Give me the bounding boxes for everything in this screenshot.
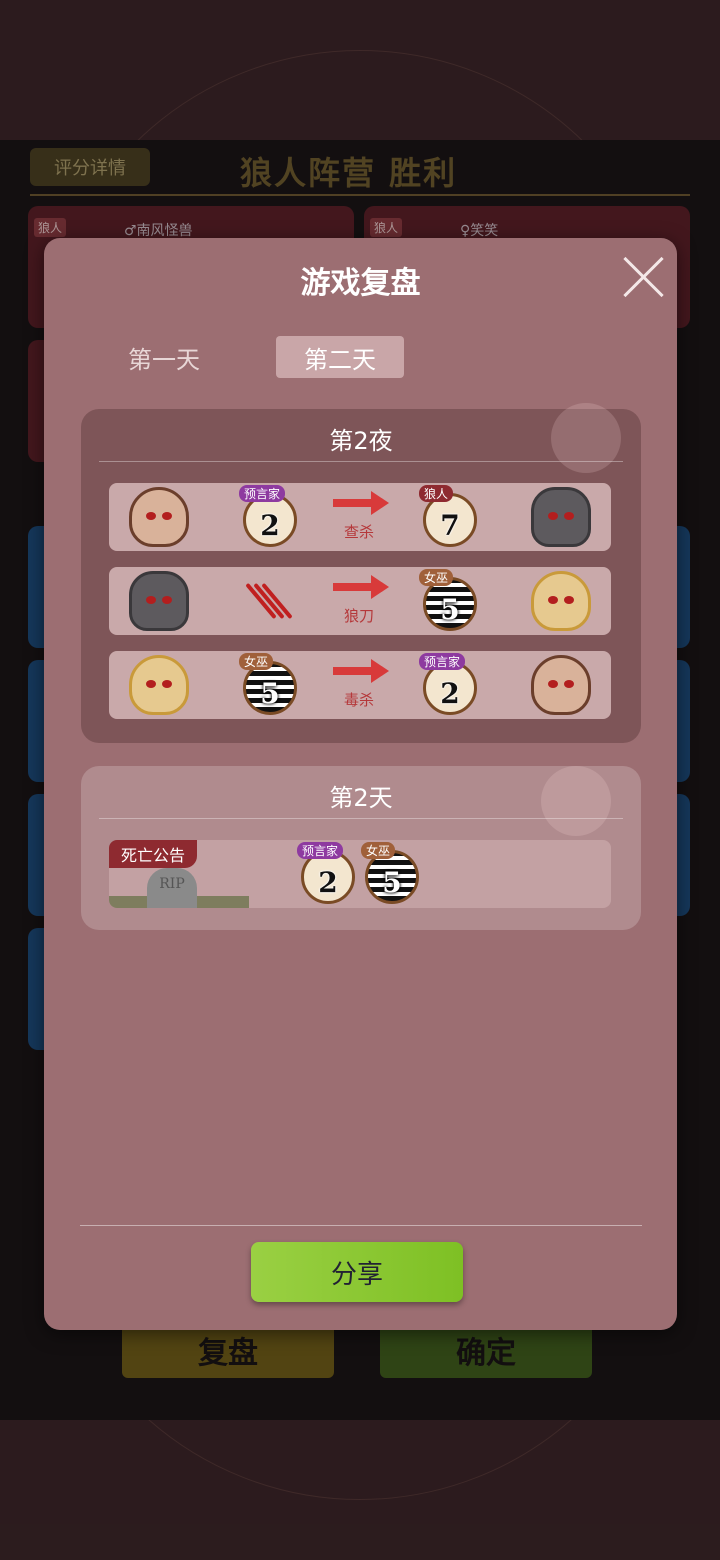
tab-day-2[interactable]: 第二天 [276,336,404,378]
player-badge: 5 女巫 [361,840,421,908]
night-event-row: 狼刀 5 女巫 [109,567,611,635]
witch-portrait [109,651,209,719]
close-icon[interactable] [621,254,665,298]
day-title: 第2天 [329,784,393,812]
night-event-row: 2 预言家 查杀 7 狼人 [109,483,611,551]
player-badge: 5 女巫 [239,651,299,719]
death-announcement-label: 死亡公告 [109,840,198,868]
night-event-row: 5 女巫 毒杀 2 预言家 [109,651,611,719]
arrow-icon [327,659,391,683]
player-badge: 7 狼人 [419,483,479,551]
tombstone-icon: RIP [147,868,197,908]
role-label: 女巫 [361,842,396,859]
player-badge: 2 预言家 [419,651,479,719]
section-divider [99,461,623,462]
player-badge: 2 预言家 [239,483,299,551]
arrow-icon [327,491,391,515]
role-label: 女巫 [419,569,454,586]
section-divider [99,818,623,819]
wolf-portrait [109,567,209,635]
arrow-icon [327,575,391,599]
day-tabs: 第一天 第二天 [100,336,404,378]
replay-modal: 游戏复盘 第一天 第二天 第2夜 2 预言家 查杀 7 狼人 狼刀 5 女巫 5… [44,238,677,1330]
role-label: 女巫 [239,653,274,670]
tab-day-1[interactable]: 第一天 [100,336,228,378]
divider [80,1225,642,1226]
role-label: 预言家 [297,842,344,859]
action-label: 毒杀 [343,691,374,709]
role-label: 预言家 [419,653,466,670]
death-announcement-row: RIP 死亡公告 2 预言家 5 女巫 [109,840,611,908]
seer-portrait [511,651,611,719]
seer-portrait [109,483,209,551]
night-section: 第2夜 2 预言家 查杀 7 狼人 狼刀 5 女巫 5 女巫 毒杀 2 预言家 [81,403,641,743]
claw-icon [245,579,293,625]
share-button[interactable]: 分享 [251,1242,463,1302]
player-badge: 5 女巫 [419,567,479,635]
wolf-portrait [511,483,611,551]
night-title: 第2夜 [329,427,393,455]
day-section: 第2天 RIP 死亡公告 2 预言家 5 女巫 [81,766,641,930]
action-label: 查杀 [343,523,374,541]
player-badge: 2 预言家 [297,840,357,908]
witch-portrait [511,567,611,635]
action-label: 狼刀 [343,607,374,625]
role-label: 预言家 [239,485,286,502]
role-label: 狼人 [419,485,454,502]
modal-title: 游戏复盘 [300,266,421,301]
